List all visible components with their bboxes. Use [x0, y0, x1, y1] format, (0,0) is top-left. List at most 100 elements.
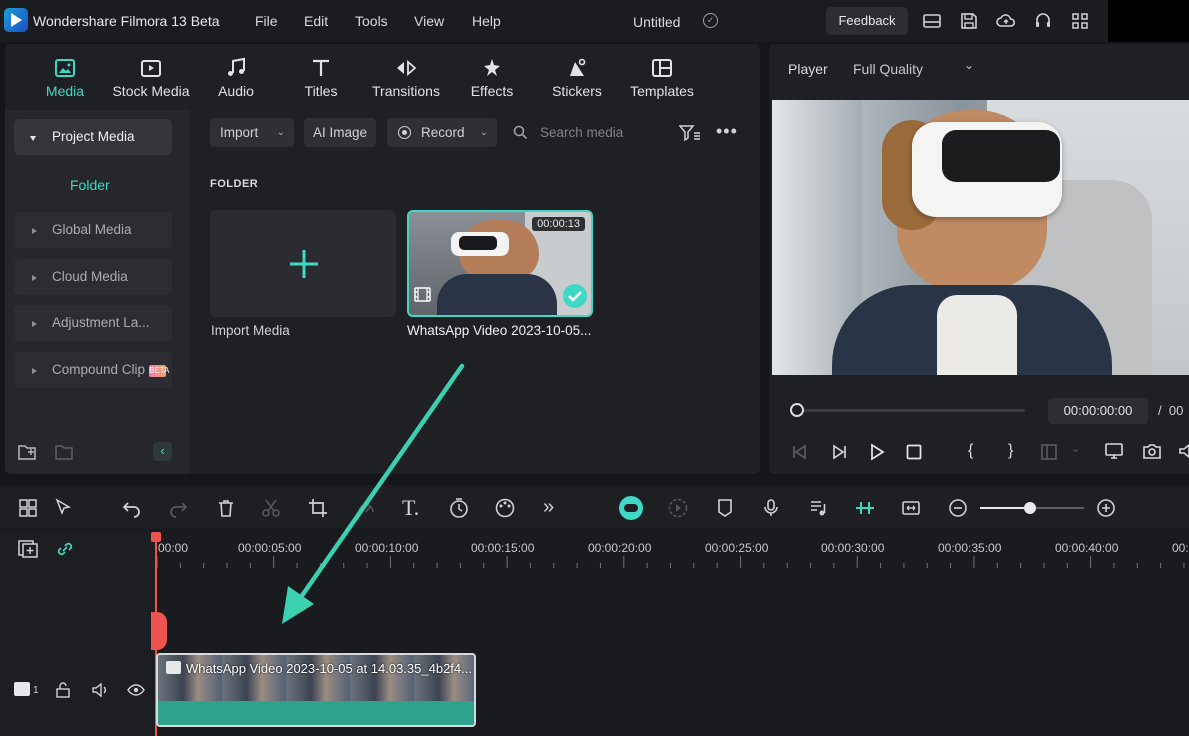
track-header	[0, 532, 155, 736]
more-tools-icon[interactable]: »	[543, 496, 554, 519]
time-separator: / 00	[1158, 403, 1183, 418]
chevron-down-icon[interactable]: ⌄	[1071, 442, 1080, 455]
import-label: Import	[220, 125, 259, 140]
display-settings-icon[interactable]	[1104, 442, 1124, 460]
tab-titles[interactable]: Titles	[273, 56, 369, 99]
import-media-card[interactable]	[210, 210, 396, 317]
ai-image-button[interactable]: AI Image	[304, 118, 376, 147]
tab-stickers[interactable]: Stickers	[529, 56, 625, 99]
ai-assistant-icon[interactable]	[619, 496, 643, 520]
collapse-arrow-icon	[32, 368, 37, 374]
selected-check-icon	[563, 284, 587, 308]
mark-out-icon[interactable]: }	[1008, 442, 1013, 460]
color-palette-icon[interactable]	[494, 497, 516, 519]
record-icon	[398, 126, 411, 139]
mark-in-icon[interactable]: {	[968, 442, 973, 460]
sidebar-item-global-media[interactable]: Global Media	[14, 212, 172, 248]
tab-media[interactable]: Media	[17, 56, 113, 99]
previous-frame-icon[interactable]	[791, 443, 809, 461]
save-icon[interactable]	[959, 11, 979, 31]
playhead-indicator	[151, 612, 167, 650]
cloud-upload-icon[interactable]	[996, 11, 1016, 31]
microphone-icon[interactable]	[761, 498, 781, 518]
stop-icon[interactable]	[905, 443, 923, 461]
tab-stickers-label: Stickers	[552, 83, 602, 99]
sidebar-item-label: Adjustment La...	[52, 315, 150, 330]
zoom-slider-handle[interactable]	[1024, 502, 1036, 514]
add-track-icon[interactable]	[18, 540, 38, 558]
audio-track-icon[interactable]	[808, 498, 828, 518]
collapse-sidebar-button[interactable]: ‹	[153, 442, 172, 461]
tab-media-label: Media	[45, 83, 85, 99]
ruler-label: 00:00:35:00	[938, 541, 1002, 555]
tab-effects[interactable]: Effects	[444, 56, 540, 99]
menu-file[interactable]: File	[255, 13, 278, 29]
sidebar-item-label: Compound Clip	[52, 362, 146, 377]
collapse-arrow-icon	[32, 321, 37, 327]
beta-badge: BETA	[149, 365, 170, 377]
new-folder-icon[interactable]	[18, 443, 38, 461]
record-dropdown[interactable]: Record ⌄	[387, 118, 497, 147]
select-cursor-icon[interactable]	[54, 498, 74, 518]
chevron-down-icon[interactable]: ⌄	[964, 58, 974, 72]
next-frame-icon[interactable]	[830, 443, 848, 461]
apps-grid-icon[interactable]	[1070, 11, 1090, 31]
playback-scrub-handle[interactable]	[790, 403, 804, 417]
search-media-input[interactable]: Search media	[506, 118, 676, 147]
collapse-arrow-icon	[32, 275, 37, 281]
music-note-icon	[228, 57, 245, 76]
layout-grid-icon[interactable]	[18, 498, 38, 518]
snap-magnet-icon[interactable]	[854, 497, 876, 519]
play-icon[interactable]	[868, 443, 886, 461]
insert-clip-icon[interactable]	[1040, 443, 1058, 461]
sidebar-folder[interactable]: Folder	[70, 177, 110, 193]
menu-tools[interactable]: Tools	[355, 13, 388, 29]
expand-arrow-icon	[30, 136, 36, 141]
tab-templates[interactable]: Templates	[614, 56, 710, 99]
menu-view[interactable]: View	[414, 13, 444, 29]
tab-audio[interactable]: Audio	[188, 56, 284, 99]
menu-help[interactable]: Help	[472, 13, 501, 29]
menu-edit[interactable]: Edit	[304, 13, 328, 29]
sidebar-item-project-media[interactable]: Project Media	[14, 119, 172, 155]
sidebar-item-cloud-media[interactable]: Cloud Media	[14, 259, 172, 295]
media-thumbnail[interactable]: 00:00:13	[407, 210, 593, 317]
marker-icon[interactable]	[715, 498, 735, 518]
zoom-out-icon[interactable]	[948, 498, 968, 518]
stock-media-icon	[141, 60, 161, 77]
tab-templates-label: Templates	[630, 83, 694, 99]
tab-audio-label: Audio	[218, 83, 254, 99]
undo-icon[interactable]	[122, 498, 142, 518]
folder-icon[interactable]	[55, 443, 75, 461]
tab-stock-media-label: Stock Media	[112, 83, 190, 99]
snapshot-camera-icon[interactable]	[1142, 442, 1162, 460]
playback-progress-track[interactable]	[797, 409, 1025, 412]
annotation-arrow	[282, 363, 465, 624]
duration-badge: 00:00:13	[532, 217, 585, 231]
import-dropdown[interactable]: Import ⌄	[210, 118, 294, 147]
link-icon[interactable]	[55, 540, 75, 558]
more-options-icon[interactable]: •••	[716, 121, 738, 142]
visibility-eye-icon[interactable]	[127, 683, 145, 697]
fit-timeline-icon[interactable]	[901, 498, 921, 518]
headset-icon[interactable]	[1033, 11, 1053, 31]
tab-transitions[interactable]: Transitions	[358, 56, 454, 99]
layout-icon[interactable]	[922, 11, 942, 31]
lock-track-icon[interactable]	[55, 682, 71, 698]
app-name: Wondershare Filmora 13 Beta	[33, 13, 220, 29]
transitions-icon	[397, 60, 417, 76]
redo-icon[interactable]	[168, 498, 188, 518]
auto-beat-icon[interactable]	[667, 497, 689, 519]
sidebar-item-adjustment-layer[interactable]: Adjustment La...	[14, 305, 172, 341]
playhead-handle[interactable]	[151, 532, 161, 542]
volume-icon[interactable]	[1179, 442, 1189, 460]
delete-icon[interactable]	[216, 498, 236, 518]
current-time-display: 00:00:00:00	[1048, 398, 1148, 424]
tab-stock-media[interactable]: Stock Media	[103, 56, 199, 99]
zoom-in-icon[interactable]	[1096, 498, 1116, 518]
quality-dropdown[interactable]: Full Quality	[853, 61, 923, 77]
sidebar-item-compound-clip[interactable]: Compound Clip BETA	[14, 352, 172, 388]
mute-track-icon[interactable]	[91, 682, 109, 698]
feedback-button[interactable]: Feedback	[826, 7, 908, 35]
filter-icon[interactable]	[679, 124, 701, 142]
